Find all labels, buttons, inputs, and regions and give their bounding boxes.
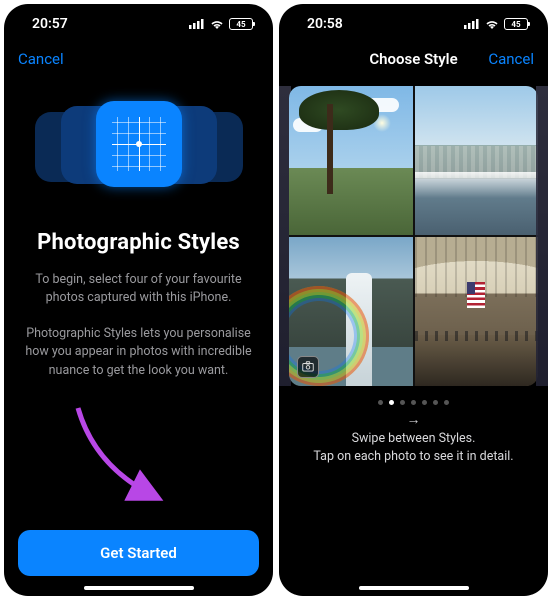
intro-paragraph-2: Photographic Styles lets you personalise… — [4, 325, 273, 379]
cancel-button[interactable]: Cancel — [18, 50, 78, 68]
styles-grid-icon — [96, 101, 182, 187]
status-time: 20:57 — [32, 16, 68, 32]
page-dots — [279, 400, 548, 405]
page-title: Choose Style — [353, 50, 474, 68]
hero-graphic — [4, 84, 273, 204]
home-indicator[interactable] — [359, 586, 469, 590]
preview-photo[interactable] — [289, 86, 413, 235]
preview-photo[interactable] — [415, 86, 539, 235]
get-started-button[interactable]: Get Started — [18, 530, 259, 576]
preview-photo[interactable] — [415, 237, 539, 386]
status-time: 20:58 — [307, 16, 343, 32]
next-style-peek[interactable] — [536, 86, 548, 386]
page-dot[interactable] — [444, 400, 449, 405]
status-bar: 20:58 45 — [279, 4, 548, 44]
wifi-icon — [484, 18, 500, 30]
nav-bar: Cancel — [4, 44, 273, 78]
status-icons: 45 — [189, 18, 253, 30]
screen-choose-style: 20:58 45 Choose Style Cancel — [279, 4, 548, 596]
photo-style-badge-icon — [297, 356, 319, 378]
screen-intro: 20:57 45 Cancel — [4, 4, 273, 596]
style-carousel[interactable] — [279, 82, 548, 386]
signal-icon — [189, 19, 205, 29]
page-dot[interactable] — [411, 400, 416, 405]
battery-icon: 45 — [229, 18, 253, 30]
intro-paragraph-1: To begin, select four of your favourite … — [4, 271, 273, 307]
page-dot[interactable] — [389, 400, 394, 405]
hint-text: Swipe between Styles. Tap on each photo … — [279, 430, 548, 465]
style-preview-grid[interactable] — [289, 86, 538, 386]
nav-bar: Choose Style Cancel — [279, 44, 548, 78]
status-icons: 45 — [464, 18, 528, 30]
page-title: Photographic Styles — [20, 230, 257, 255]
status-bar: 20:57 45 — [4, 4, 273, 44]
battery-icon: 45 — [504, 18, 528, 30]
signal-icon — [464, 19, 480, 29]
swipe-arrow-icon: → — [279, 411, 548, 428]
page-dot[interactable] — [378, 400, 383, 405]
wifi-icon — [209, 18, 225, 30]
preview-photo[interactable] — [289, 237, 413, 386]
page-dot[interactable] — [433, 400, 438, 405]
home-indicator[interactable] — [84, 586, 194, 590]
page-dot[interactable] — [422, 400, 427, 405]
page-dot[interactable] — [400, 400, 405, 405]
cancel-button[interactable]: Cancel — [474, 50, 534, 68]
